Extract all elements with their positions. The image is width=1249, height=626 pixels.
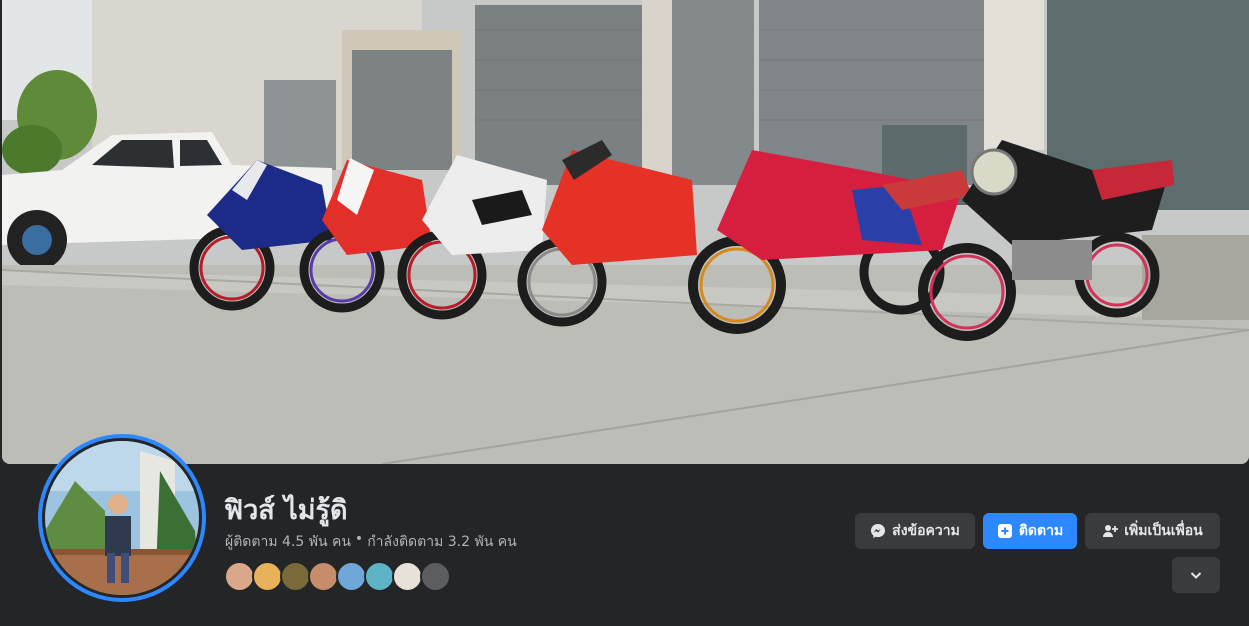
- chevron-down-icon: [1190, 572, 1202, 579]
- add-friend-icon: [1103, 525, 1119, 537]
- add-friend-button[interactable]: เพิ่มเป็นเพื่อน: [1085, 513, 1220, 549]
- cover-photo-illustration: [2, 0, 1249, 464]
- stats-separator: •: [354, 531, 364, 547]
- followers-count[interactable]: ผู้ติดตาม 4.5 พัน คน: [225, 531, 351, 553]
- follow-label: ติดตาม: [1018, 523, 1064, 539]
- follow-button[interactable]: ติดตาม: [983, 513, 1077, 549]
- friend-avatar[interactable]: [392, 561, 423, 592]
- message-button[interactable]: ส่งข้อความ: [855, 513, 975, 549]
- message-label: ส่งข้อความ: [892, 523, 960, 539]
- friend-avatar[interactable]: [224, 561, 255, 592]
- follow-plus-icon: [997, 524, 1012, 538]
- add-friend-label: เพิ่มเป็นเพื่อน: [1124, 523, 1203, 539]
- friend-avatar[interactable]: [252, 561, 283, 592]
- avatar-photo: [45, 441, 199, 595]
- friend-avatar[interactable]: [336, 561, 367, 592]
- friend-avatar[interactable]: [364, 561, 395, 592]
- friend-avatar[interactable]: [420, 561, 451, 592]
- following-count[interactable]: กำลังติดตาม 3.2 พัน คน: [367, 531, 516, 553]
- profile-avatar[interactable]: [38, 434, 206, 602]
- more-options-button[interactable]: [1172, 557, 1220, 593]
- cover-photo[interactable]: [2, 0, 1249, 464]
- profile-name: ฟิวส์ ไม่รู้ดิ: [224, 495, 348, 526]
- follow-stats: ผู้ติดตาม 4.5 พัน คน • กำลังติดตาม 3.2 พ…: [225, 531, 517, 553]
- friend-avatar[interactable]: [308, 561, 339, 592]
- messenger-icon: [871, 524, 886, 538]
- friend-avatar[interactable]: [280, 561, 311, 592]
